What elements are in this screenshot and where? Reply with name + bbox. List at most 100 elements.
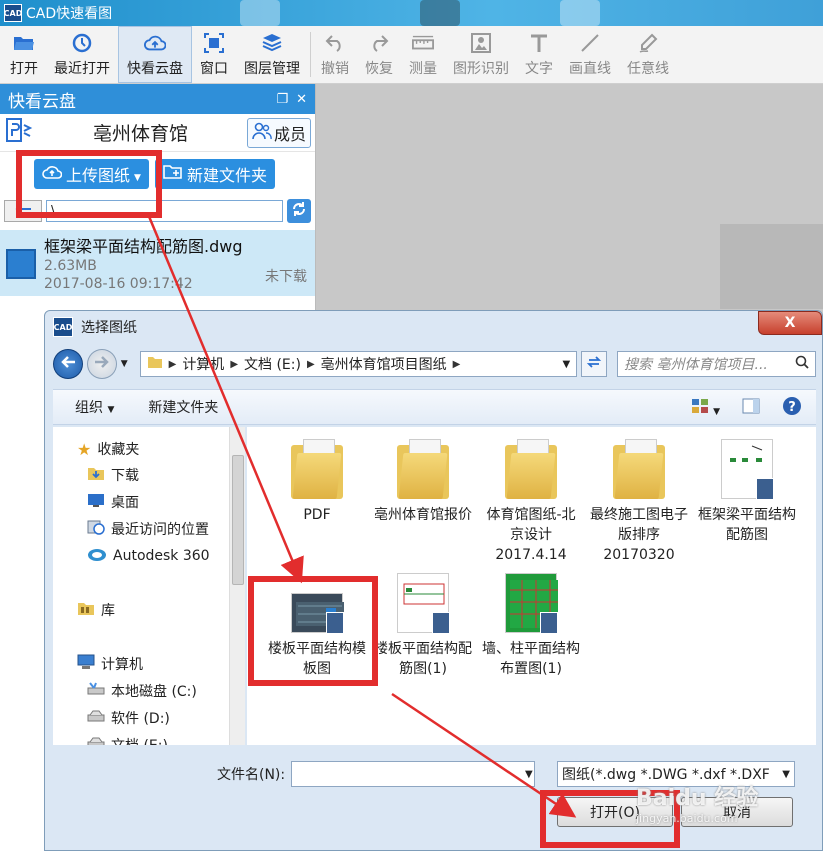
new-folder-button[interactable]: 新建文件夹 bbox=[154, 159, 275, 189]
breadcrumb-computer[interactable]: 计算机 bbox=[182, 354, 224, 374]
shape-recognize-icon bbox=[470, 32, 492, 54]
address-dropdown-icon[interactable]: ▼ bbox=[562, 359, 570, 370]
title-bar: CAD CAD快速看图 bbox=[0, 0, 823, 26]
cloud-file-item[interactable]: 框架梁平面结构配筋图.dwg 2.63MB 2017-08-16 09:17:4… bbox=[0, 230, 315, 296]
downloads-folder-icon bbox=[87, 465, 105, 485]
cloud-disk-button[interactable]: 快看云盘 bbox=[118, 26, 192, 83]
folder-icon bbox=[613, 439, 665, 499]
draw-line-button[interactable]: 画直线 bbox=[561, 26, 619, 83]
text-button[interactable]: 文字 bbox=[517, 26, 561, 83]
history-dropdown-icon[interactable]: ▼ bbox=[121, 359, 128, 369]
window-button[interactable]: 窗口 bbox=[192, 26, 236, 83]
text-icon bbox=[528, 32, 550, 54]
undo-button[interactable]: 撤销 bbox=[313, 26, 357, 83]
share-folder-icon[interactable] bbox=[4, 116, 34, 150]
folder-item[interactable]: 最终施工图电子版排序20170320 bbox=[589, 439, 689, 565]
nav-libraries[interactable]: 库 bbox=[77, 600, 115, 620]
folder-item-label: 体育馆图纸-北京设计2017.4.14 bbox=[486, 507, 576, 563]
open-label: 打开 bbox=[10, 60, 38, 77]
recent-open-button[interactable]: 最近打开 bbox=[46, 26, 118, 83]
measure-button[interactable]: 测量 bbox=[401, 26, 445, 83]
autodesk-cloud-icon bbox=[87, 546, 107, 566]
measure-label: 测量 bbox=[409, 60, 437, 77]
caret-down-icon: ▼ bbox=[107, 405, 115, 415]
line-icon bbox=[579, 32, 601, 54]
folder-icon bbox=[397, 439, 449, 499]
dwg-file-item[interactable]: 楼板平面结构配筋图(1) bbox=[373, 573, 473, 679]
refresh-button[interactable] bbox=[287, 199, 311, 223]
filename-row: 文件名(N): bbox=[217, 761, 536, 787]
draw-line-label: 画直线 bbox=[569, 60, 611, 77]
nav-favorites-label: 收藏夹 bbox=[97, 442, 140, 458]
pen-icon bbox=[637, 32, 659, 54]
dwg-file-label: 框架梁平面结构配筋图 bbox=[698, 507, 796, 543]
desktop-background bbox=[560, 0, 600, 26]
dwg-file-item[interactable]: 框架梁平面结构配筋图 bbox=[697, 439, 797, 545]
back-button[interactable] bbox=[53, 349, 83, 379]
address-bar[interactable]: ▶ 计算机 ▶ 文档 (E:) ▶ 亳州体育馆项目图纸 ▶ ▼ bbox=[139, 351, 578, 377]
redo-button[interactable]: 恢复 bbox=[357, 26, 401, 83]
drive-icon bbox=[87, 736, 105, 745]
open-button[interactable]: 打开 bbox=[2, 26, 46, 83]
dialog-title-bar: CAD 选择图纸 bbox=[45, 311, 822, 343]
cloud-folder-row: 亳州体育馆 成员 bbox=[0, 114, 315, 152]
nav-drive-d[interactable]: 软件 (D:) bbox=[87, 708, 170, 728]
folder-item[interactable]: PDF bbox=[267, 439, 367, 525]
nav-drive-c[interactable]: 本地磁盘 (C:) bbox=[87, 681, 197, 701]
nav-favorites[interactable]: ★ 收藏夹 bbox=[77, 439, 139, 459]
nav-desktop[interactable]: 桌面 bbox=[87, 492, 139, 512]
shape-recognize-button[interactable]: 图形识别 bbox=[445, 26, 517, 83]
nav-recent-places[interactable]: 最近访问的位置 bbox=[87, 519, 209, 539]
window-icon bbox=[203, 32, 225, 54]
nav-downloads[interactable]: 下载 bbox=[87, 465, 139, 485]
breadcrumb-project-folder[interactable]: 亳州体育馆项目图纸 bbox=[321, 354, 447, 374]
watermark-url: jingyan.baidu.com bbox=[636, 812, 738, 825]
preview-pane-icon[interactable] bbox=[742, 398, 760, 418]
filename-input[interactable] bbox=[291, 761, 536, 787]
refresh-icon bbox=[291, 201, 307, 221]
scrollbar-thumb[interactable] bbox=[232, 455, 244, 585]
filename-dropdown-icon[interactable]: ▼ bbox=[525, 769, 533, 780]
nav-computer[interactable]: 计算机 bbox=[77, 654, 143, 674]
dwg-file-item[interactable]: 墙、柱平面结构布置图(1) bbox=[481, 573, 581, 679]
view-mode-icon[interactable]: ▼ bbox=[691, 398, 720, 418]
freehand-line-button[interactable]: 任意线 bbox=[619, 26, 677, 83]
nav-drive-d-label: 软件 (D:) bbox=[111, 711, 170, 727]
cloud-panel-title: 快看云盘 bbox=[8, 91, 76, 112]
view-controls: ▼ ? bbox=[691, 396, 802, 420]
organize-menu[interactable]: 组织 ▼ bbox=[75, 397, 114, 417]
folder-item[interactable]: 体育馆图纸-北京设计2017.4.14 bbox=[481, 439, 581, 565]
help-icon[interactable]: ? bbox=[782, 396, 802, 420]
undo-label: 撤销 bbox=[321, 60, 349, 77]
cloud-disk-label: 快看云盘 bbox=[127, 60, 183, 77]
folder-item[interactable]: 亳州体育馆报价 bbox=[373, 439, 473, 525]
dwg-thumbnail-icon bbox=[721, 439, 774, 500]
folder-item-label: PDF bbox=[303, 507, 331, 523]
annotation-box-file bbox=[248, 576, 378, 686]
window-title: CAD快速看图 bbox=[26, 6, 113, 22]
close-icon[interactable]: ✕ bbox=[296, 92, 307, 107]
members-button[interactable]: 成员 bbox=[246, 117, 311, 148]
drive-icon bbox=[87, 709, 105, 727]
nav-autodesk-360[interactable]: Autodesk 360 bbox=[87, 546, 210, 566]
new-folder-label: 新建文件夹 bbox=[186, 166, 267, 185]
chevron-down-icon: ▼ bbox=[778, 769, 790, 780]
search-input[interactable]: 搜索 亳州体育馆项目... bbox=[617, 351, 816, 377]
cloud-folder-title: 亳州体育馆 bbox=[92, 123, 188, 145]
watermark-brand: Baidu 经验 bbox=[636, 786, 759, 811]
history-icon bbox=[71, 32, 93, 54]
nav-drive-e[interactable]: 文档 (E:) bbox=[87, 735, 168, 745]
restore-icon[interactable]: ❐ bbox=[276, 92, 288, 107]
cloud-icon bbox=[144, 32, 166, 54]
nav-drive-e-label: 文档 (E:) bbox=[111, 735, 168, 745]
breadcrumb-drive-e[interactable]: 文档 (E:) bbox=[244, 354, 301, 374]
navigation-scrollbar[interactable] bbox=[229, 427, 245, 745]
dialog-close-button[interactable]: X bbox=[758, 311, 822, 335]
forward-button[interactable] bbox=[86, 349, 117, 379]
toolbar-divider bbox=[310, 32, 311, 77]
search-placeholder: 搜索 亳州体育馆项目... bbox=[624, 357, 768, 373]
address-refresh-button[interactable] bbox=[581, 351, 608, 377]
layer-manager-button[interactable]: 图层管理 bbox=[236, 26, 308, 83]
breadcrumb-separator-icon: ▶ bbox=[452, 358, 461, 370]
dialog-new-folder-button[interactable]: 新建文件夹 bbox=[148, 397, 218, 417]
